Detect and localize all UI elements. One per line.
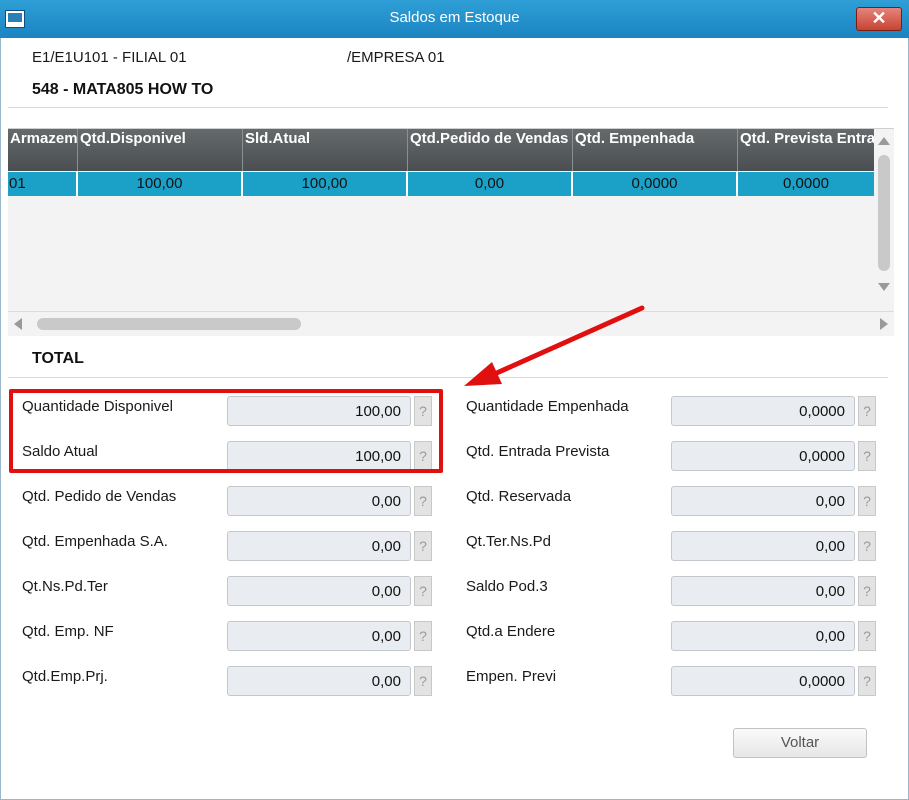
field-qtd-entrada-prevista: 0,0000 [671, 441, 855, 471]
cell-qtd-disponivel[interactable]: 100,00 [78, 172, 243, 196]
help-button[interactable]: ? [414, 486, 432, 516]
scroll-right-arrow-icon[interactable] [880, 318, 888, 330]
company-label: /EMPRESA 01 [347, 49, 445, 66]
column-header-qtd-empenhada[interactable]: Qtd. Empenhada [573, 129, 738, 171]
help-button[interactable]: ? [858, 396, 876, 426]
branch-label: E1/E1U101 - FILIAL 01 [32, 49, 187, 66]
column-header-qtd-disponivel[interactable]: Qtd.Disponivel [78, 129, 243, 171]
back-button[interactable]: Voltar [733, 728, 867, 758]
field-empen-previ: 0,0000 [671, 666, 855, 696]
vertical-scroll-thumb[interactable] [878, 155, 890, 271]
help-button[interactable]: ? [858, 441, 876, 471]
help-button[interactable]: ? [414, 666, 432, 696]
total-divider [8, 377, 888, 378]
label-qtd-reservada: Qtd. Reservada [466, 488, 572, 505]
cell-sld-atual[interactable]: 100,00 [243, 172, 408, 196]
field-qtd-empenhada-sa: 0,00 [227, 531, 411, 561]
help-button[interactable]: ? [858, 666, 876, 696]
field-saldo-pod-3: 0,00 [671, 576, 855, 606]
help-button[interactable]: ? [414, 576, 432, 606]
help-button[interactable]: ? [414, 531, 432, 561]
column-header-qtd-prevista-entrada[interactable]: Qtd. Prevista Entrada [738, 129, 874, 171]
label-qtd-a-endere: Qtd.a Endere [466, 623, 556, 640]
column-header-sld-atual[interactable]: Sld.Atual [243, 129, 408, 171]
highlight-box [9, 389, 443, 473]
label-saldo-pod-3: Saldo Pod.3 [466, 578, 548, 595]
cell-qtd-pedido-vendas[interactable]: 0,00 [408, 172, 573, 196]
cell-armazem[interactable]: 01 [8, 172, 78, 196]
window-title: Saldos em Estoque [389, 9, 520, 26]
label-qt-ter-ns-pd: Qt.Ter.Ns.Pd [466, 533, 552, 550]
field-qt-ter-ns-pd: 0,00 [671, 531, 855, 561]
cell-qtd-prevista-entrada[interactable]: 0,0000 [738, 172, 874, 196]
scroll-down-arrow-icon[interactable] [878, 283, 890, 291]
label-qt-ns-pd-ter: Qt.Ns.Pd.Ter [22, 578, 108, 595]
field-qtd-pedido-vendas: 0,00 [227, 486, 411, 516]
field-qtd-emp-prj: 0,00 [227, 666, 411, 696]
label-qtd-pedido-vendas: Qtd. Pedido de Vendas [22, 488, 177, 505]
label-qtd-empenhada-sa: Qtd. Empenhada S.A. [22, 533, 168, 550]
horizontal-scroll-thumb[interactable] [37, 318, 301, 330]
label-qtd-emp-nf: Qtd. Emp. NF [22, 623, 114, 640]
column-header-qtd-pedido-vendas[interactable]: Qtd.Pedido de Vendas [408, 129, 573, 171]
help-button[interactable]: ? [858, 531, 876, 561]
close-button[interactable]: ✕ [856, 7, 902, 31]
field-qtd-emp-nf: 0,00 [227, 621, 411, 651]
label-qtd-entrada-prevista: Qtd. Entrada Prevista [466, 443, 610, 460]
label-quantidade-empenhada: Quantidade Empenhada [466, 398, 629, 415]
scroll-left-arrow-icon[interactable] [14, 318, 22, 330]
field-qtd-reservada: 0,00 [671, 486, 855, 516]
title-bar: Saldos em Estoque ✕ [0, 0, 909, 38]
label-empen-previ: Empen. Previ [466, 668, 557, 685]
help-button[interactable]: ? [858, 486, 876, 516]
header-divider [8, 107, 888, 108]
grid-header: Armazem Qtd.Disponivel Sld.Atual Qtd.Ped… [8, 129, 874, 171]
column-header-armazem[interactable]: Armazem [8, 129, 78, 171]
help-button[interactable]: ? [858, 621, 876, 651]
product-title: 548 - MATA805 HOW TO [32, 81, 214, 98]
total-section-title: TOTAL [32, 350, 84, 367]
table-row[interactable]: 01 100,00 100,00 0,00 0,0000 0,0000 [8, 172, 874, 196]
field-quantidade-empenhada: 0,0000 [671, 396, 855, 426]
label-qtd-emp-prj: Qtd.Emp.Prj. [22, 668, 108, 685]
cell-qtd-empenhada[interactable]: 0,0000 [573, 172, 738, 196]
vertical-scrollbar[interactable] [874, 129, 894, 311]
help-button[interactable]: ? [858, 576, 876, 606]
field-qt-ns-pd-ter: 0,00 [227, 576, 411, 606]
help-button[interactable]: ? [414, 621, 432, 651]
field-qtd-a-endere: 0,00 [671, 621, 855, 651]
scroll-up-arrow-icon[interactable] [878, 137, 890, 145]
annotation-arrow-icon [464, 305, 645, 386]
